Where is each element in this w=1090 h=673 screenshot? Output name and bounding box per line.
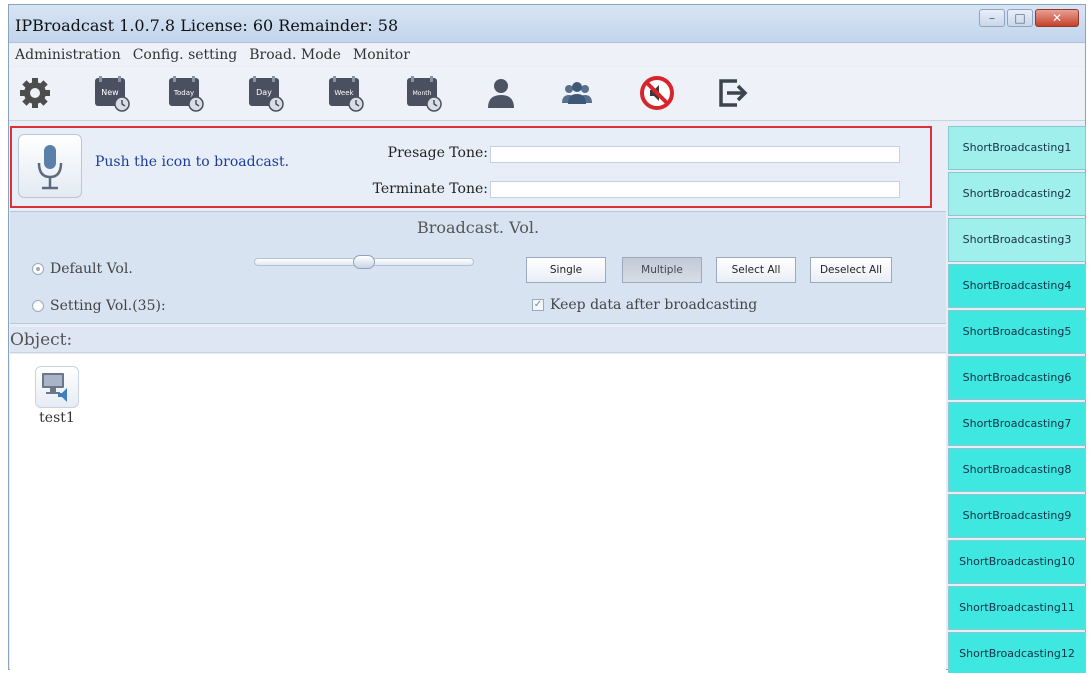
object-area: test1 [10,354,946,670]
presage-tone-label: Presage Tone: [387,145,488,161]
terminate-tone-field[interactable] [490,181,900,198]
device-item[interactable]: test1 [32,366,82,426]
group-button[interactable] [557,73,597,113]
maximize-button[interactable]: □ [1007,9,1033,27]
week-schedule-button[interactable]: Week [325,73,365,113]
short-broadcasting-2-button[interactable]: ShortBroadcasting2 [948,172,1086,216]
volume-title: Broadcast. Vol. [416,218,540,237]
menu-config-setting[interactable]: Config. setting [133,47,238,63]
short-broadcasting-1-button[interactable]: ShortBroadcasting1 [948,126,1086,170]
svg-text:Week: Week [334,89,354,97]
short-broadcasting-3-button[interactable]: ShortBroadcasting3 [948,218,1086,262]
device-icon-wrapper[interactable] [35,366,79,408]
group-icon [562,82,592,104]
setting-vol-option[interactable]: Setting Vol.(35): [32,298,166,314]
toolbar: New Today Day Week Month [9,67,1085,121]
short-broadcasting-9-button[interactable]: ShortBroadcasting9 [948,494,1086,538]
user-button[interactable] [481,73,521,113]
volume-slider[interactable] [254,255,474,269]
keep-data-option[interactable]: ✓ Keep data after broadcasting [532,297,757,313]
mute-button[interactable] [637,73,677,113]
new-schedule-button[interactable]: New [91,73,131,113]
broadcast-mic-button[interactable] [18,134,82,198]
short-broadcasting-4-button[interactable]: ShortBroadcasting4 [948,264,1086,308]
menu-administration[interactable]: Administration [15,47,121,63]
short-broadcasting-6-button[interactable]: ShortBroadcasting6 [948,356,1086,400]
mute-icon [640,76,674,110]
svg-text:Month: Month [413,90,432,97]
exit-icon [719,79,748,107]
app-window: IPBroadcast 1.0.7.8 License: 60 Remainde… [8,4,1086,673]
week-calendar-icon: Week [329,76,364,112]
single-button[interactable]: Single [526,257,606,283]
svg-text:Day: Day [256,88,272,97]
title-bar[interactable]: IPBroadcast 1.0.7.8 License: 60 Remainde… [9,5,1085,43]
setting-vol-label: Setting Vol.(35): [50,298,166,314]
volume-panel: Broadcast. Vol. Default Vol. Setting Vol… [10,211,946,324]
short-broadcasting-list: ShortBroadcasting1 ShortBroadcasting2 Sh… [948,126,1086,673]
multiple-button[interactable]: Multiple [622,257,702,283]
push-instruction: Push the icon to broadcast. [95,154,290,170]
menu-bar: Administration Config. setting Broad. Mo… [9,44,1085,66]
default-vol-radio[interactable] [32,263,44,275]
close-button[interactable]: ✕ [1035,9,1079,27]
menu-monitor[interactable]: Monitor [353,47,410,63]
month-calendar-icon: Month [407,76,442,112]
month-schedule-button[interactable]: Month [403,73,443,113]
short-broadcasting-7-button[interactable]: ShortBroadcasting7 [948,402,1086,446]
short-broadcasting-10-button[interactable]: ShortBroadcasting10 [948,540,1086,584]
window-controls: – □ ✕ [979,9,1079,27]
deselect-all-button[interactable]: Deselect All [810,257,892,283]
object-label: Object: [10,330,73,350]
day-schedule-button[interactable]: Day [245,73,285,113]
user-icon [488,79,514,108]
settings-button[interactable] [15,73,55,113]
select-all-button[interactable]: Select All [716,257,796,283]
today-calendar-icon: Today [169,76,204,112]
new-calendar-icon: New [95,76,130,112]
maximize-icon: □ [1014,11,1026,25]
short-broadcasting-5-button[interactable]: ShortBroadcasting5 [948,310,1086,354]
broadcast-panel: Push the icon to broadcast. Presage Tone… [10,126,932,208]
minimize-button[interactable]: – [979,9,1005,27]
monitor-speaker-icon [42,373,67,402]
window-title: IPBroadcast 1.0.7.8 License: 60 Remainde… [15,16,399,35]
object-header: Object: [10,327,946,353]
default-vol-option[interactable]: Default Vol. [32,261,133,277]
terminate-tone-label: Terminate Tone: [372,181,488,197]
close-icon: ✕ [1051,11,1063,25]
day-calendar-icon: Day [249,76,284,112]
setting-vol-radio[interactable] [32,300,44,312]
presage-tone-field[interactable] [490,146,900,163]
short-broadcasting-12-button[interactable]: ShortBroadcasting12 [948,632,1086,673]
default-vol-label: Default Vol. [50,261,133,277]
gear-icon [20,78,50,108]
short-broadcasting-11-button[interactable]: ShortBroadcasting11 [948,586,1086,630]
keep-data-label: Keep data after broadcasting [550,297,758,313]
menu-broad-mode[interactable]: Broad. Mode [249,47,341,63]
volume-slider-thumb[interactable] [353,255,375,269]
minimize-icon: – [989,11,995,25]
short-broadcasting-8-button[interactable]: ShortBroadcasting8 [948,448,1086,492]
today-schedule-button[interactable]: Today [165,73,205,113]
keep-data-checkbox[interactable]: ✓ [532,299,544,311]
exit-button[interactable] [713,73,753,113]
svg-text:New: New [101,88,119,97]
svg-text:Today: Today [173,89,194,97]
device-name: test1 [39,410,75,426]
microphone-icon [37,145,63,190]
